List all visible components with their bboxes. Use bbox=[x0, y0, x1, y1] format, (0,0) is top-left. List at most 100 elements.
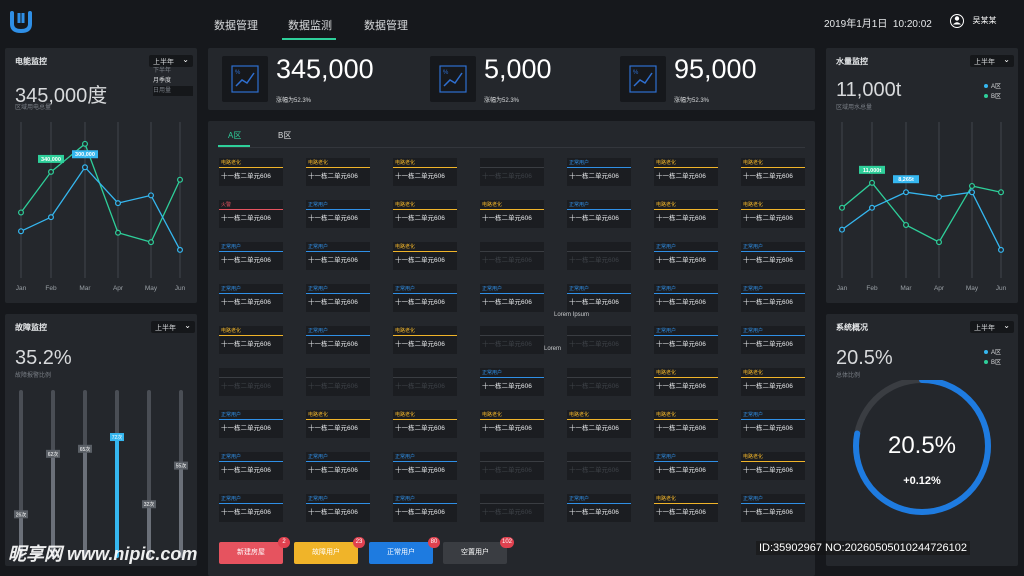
unit-card[interactable]: 电路老化 十一栋二单元606 bbox=[741, 158, 805, 192]
unit-card[interactable]: 正常用户 十一栋二单元606 bbox=[219, 242, 283, 276]
unit-card[interactable]: 正常用户 十一栋二单元606 bbox=[654, 284, 718, 318]
unit-card[interactable]: 正常用户 十一栋二单元606 bbox=[654, 452, 718, 486]
data-point bbox=[81, 140, 88, 147]
unit-label: 十一栋二单元606 bbox=[654, 168, 718, 186]
unit-card[interactable]: 火警 十一栋二单元606 bbox=[219, 200, 283, 234]
unit-card[interactable]: 十一栋二单元606 bbox=[567, 326, 631, 360]
unit-card[interactable]: 电路老化 十一栋二单元606 bbox=[306, 158, 370, 192]
vacant-users-button[interactable]: 空置用户 102 bbox=[443, 537, 514, 564]
unit-status-tag bbox=[480, 158, 544, 168]
unit-label: 十一栋二单元606 bbox=[480, 252, 544, 270]
power-title: 电能监控 bbox=[15, 57, 47, 66]
unit-card[interactable]: 正常用户 十一栋二单元606 bbox=[480, 284, 544, 318]
unit-card[interactable]: 电路老化 十一栋二单元606 bbox=[654, 368, 718, 402]
unit-card[interactable]: 电路老化 十一栋二单元606 bbox=[219, 158, 283, 192]
unit-card[interactable]: 十一栋二单元606 bbox=[480, 452, 544, 486]
unit-card[interactable]: 电路老化 十一栋二单元606 bbox=[393, 242, 457, 276]
unit-card[interactable]: 电路老化 十一栋二单元606 bbox=[654, 410, 718, 444]
unit-card[interactable]: 十一栋二单元606 bbox=[567, 242, 631, 276]
unit-card[interactable]: 正常用户 十一栋二单元606 bbox=[741, 242, 805, 276]
unit-card[interactable]: 电路老化 十一栋二单元606 bbox=[741, 368, 805, 402]
unit-card[interactable]: 电路老化 十一栋二单元606 bbox=[480, 410, 544, 444]
unit-label: 十一栋二单元606 bbox=[654, 462, 718, 480]
data-point bbox=[47, 168, 54, 175]
unit-card[interactable]: 正常用户 十一栋二单元606 bbox=[393, 284, 457, 318]
kpi-strip: % 345,000 涨幅为52.3% % 5,000 涨幅为52.3% % 95… bbox=[208, 48, 815, 110]
unit-card[interactable]: 电路老化 十一栋二单元606 bbox=[741, 452, 805, 486]
fault-users-button[interactable]: 故障用户 23 bbox=[294, 537, 365, 564]
unit-card[interactable]: 正常用户 十一栋二单元606 bbox=[654, 326, 718, 360]
unit-card[interactable]: 正常用户 十一栋二单元606 bbox=[306, 200, 370, 234]
unit-card[interactable]: 电路老化 十一栋二单元606 bbox=[741, 200, 805, 234]
unit-card[interactable]: 正常用户 十一栋二单元606 bbox=[480, 368, 544, 402]
unit-card[interactable]: 电路老化 十一栋二单元606 bbox=[654, 200, 718, 234]
unit-card[interactable]: 正常用户 十一栋二单元606 bbox=[306, 326, 370, 360]
unit-card[interactable]: 正常用户 十一栋二单元606 bbox=[219, 284, 283, 318]
unit-card[interactable]: 正常用户 十一栋二单元606 bbox=[219, 452, 283, 486]
option-h2[interactable]: 下半年 bbox=[153, 66, 193, 76]
unit-card[interactable]: 十一栋二单元606 bbox=[567, 368, 631, 402]
system-period-select[interactable]: 上半年 ⌄ bbox=[970, 321, 1014, 333]
unit-card[interactable]: 十一栋二单元606 bbox=[393, 368, 457, 402]
nav-data-monitoring[interactable]: 数据监测 bbox=[288, 17, 332, 33]
unit-card[interactable]: 正常用户 十一栋二单元606 bbox=[654, 242, 718, 276]
normal-users-button[interactable]: 正常用户 80 bbox=[369, 537, 440, 564]
x-tick-label: Jan bbox=[837, 285, 848, 292]
unit-card[interactable]: 正常用户 十一栋二单元606 bbox=[306, 242, 370, 276]
option-quarter[interactable]: 月季度 bbox=[153, 76, 193, 86]
power-panel: 电能监控 上半年 ⌄ 下半年 月季度 日用量 345,000度 区域用电总量 Ja… bbox=[5, 48, 197, 303]
unit-card[interactable]: 电路老化 十一栋二单元606 bbox=[393, 200, 457, 234]
unit-label: 十一栋二单元606 bbox=[480, 504, 544, 522]
tab-a[interactable]: A区 bbox=[228, 130, 241, 141]
unit-card[interactable]: 电路老化 十一栋二单元606 bbox=[567, 410, 631, 444]
unit-card[interactable]: 正常用户 十一栋二单元606 bbox=[219, 494, 283, 528]
unit-card[interactable]: 正常用户 十一栋二单元606 bbox=[393, 494, 457, 528]
unit-card[interactable]: 十一栋二单元606 bbox=[306, 368, 370, 402]
x-tick-label: Apr bbox=[934, 285, 945, 292]
unit-card[interactable]: 正常用户 十一栋二单元606 bbox=[306, 494, 370, 528]
unit-card[interactable]: 电路老化 十一栋二单元606 bbox=[480, 200, 544, 234]
unit-card[interactable]: 十一栋二单元606 bbox=[567, 452, 631, 486]
unit-card[interactable]: 电路老化 十一栋二单元606 bbox=[393, 326, 457, 360]
unit-card[interactable]: 十一栋二单元606 bbox=[480, 242, 544, 276]
unit-label: 十一栋二单元606 bbox=[741, 294, 805, 312]
unit-card[interactable]: 电路老化 十一栋二单元606 bbox=[654, 494, 718, 528]
user-menu[interactable]: 吴某某 bbox=[950, 12, 996, 30]
unit-card[interactable]: 正常用户 十一栋二单元606 bbox=[567, 494, 631, 528]
unit-label: 十一栋二单元606 bbox=[306, 378, 370, 396]
unit-card[interactable]: 正常用户 十一栋二单元606 bbox=[567, 158, 631, 192]
data-point bbox=[902, 221, 909, 228]
unit-card[interactable]: 十一栋二单元606 bbox=[219, 368, 283, 402]
unit-card[interactable]: 电路老化 十一栋二单元606 bbox=[306, 410, 370, 444]
unit-card[interactable]: 电路老化 十一栋二单元606 bbox=[393, 158, 457, 192]
unit-card[interactable]: 电路老化 十一栋二单元606 bbox=[654, 158, 718, 192]
data-point bbox=[839, 204, 846, 211]
nav-data-management[interactable]: 数据管理 bbox=[214, 17, 258, 33]
nav-data-management-2[interactable]: 数据管理 bbox=[364, 17, 408, 33]
unit-card[interactable]: 十一栋二单元606 bbox=[480, 158, 544, 192]
fault-period-select[interactable]: 上半年 ⌄ bbox=[151, 321, 195, 333]
option-daily[interactable]: 日用量 bbox=[153, 86, 193, 96]
unit-card[interactable]: 正常用户 十一栋二单元606 bbox=[741, 326, 805, 360]
unit-card[interactable]: 正常用户 十一栋二单元606 bbox=[741, 494, 805, 528]
unit-card[interactable]: 十一栋二单元606 bbox=[480, 326, 544, 360]
unit-card[interactable]: 电路老化 十一栋二单元606 bbox=[219, 326, 283, 360]
unit-card[interactable]: 正常用户 十一栋二单元606 bbox=[393, 452, 457, 486]
unit-card[interactable]: 正常用户 十一栋二单元606 bbox=[567, 200, 631, 234]
unit-card[interactable]: 正常用户 十一栋二单元606 bbox=[306, 284, 370, 318]
water-period-select[interactable]: 上半年 ⌄ bbox=[970, 55, 1014, 67]
water-legend: A区 B区 bbox=[984, 82, 1001, 102]
tab-b[interactable]: B区 bbox=[278, 130, 291, 141]
unit-card[interactable]: 正常用户 十一栋二单元606 bbox=[741, 284, 805, 318]
new-house-button[interactable]: 新建房屋 2 bbox=[219, 537, 290, 564]
unit-card[interactable]: 十一栋二单元606 bbox=[480, 494, 544, 528]
unit-card[interactable]: 正常用户 十一栋二单元606 bbox=[306, 452, 370, 486]
unit-status-tag: 电路老化 bbox=[219, 326, 283, 336]
unit-card[interactable]: 电路老化 十一栋二单元606 bbox=[393, 410, 457, 444]
unit-card[interactable]: 正常用户 十一栋二单元606 bbox=[741, 410, 805, 444]
data-label: 8,265t bbox=[898, 177, 914, 183]
unit-card[interactable]: 正常用户 十一栋二单元606 bbox=[219, 410, 283, 444]
x-tick-label: Feb bbox=[45, 285, 57, 292]
unit-status-tag: 电路老化 bbox=[306, 158, 370, 168]
data-point bbox=[998, 246, 1005, 253]
